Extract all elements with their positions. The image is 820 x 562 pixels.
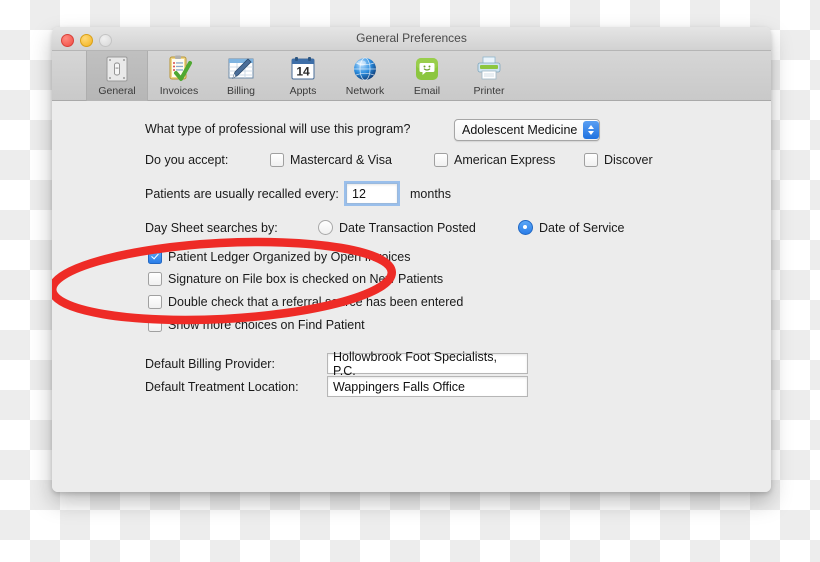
radio-date-transaction-posted-row[interactable]: Date Transaction Posted bbox=[318, 220, 476, 235]
checkbox-label: Mastercard & Visa bbox=[290, 153, 392, 167]
toolbar-item-email[interactable]: Email bbox=[396, 51, 458, 101]
profession-popup-value: Adolescent Medicine bbox=[462, 123, 578, 137]
checkbox-label: American Express bbox=[454, 153, 556, 167]
toolbar-item-label: Network bbox=[345, 85, 385, 97]
window-title: General Preferences bbox=[356, 31, 467, 45]
toolbar-item-general[interactable]: General bbox=[86, 51, 148, 101]
window-titlebar: General Preferences bbox=[52, 27, 771, 51]
recall-months-input[interactable]: 12 bbox=[346, 183, 398, 204]
light-switch-icon bbox=[102, 54, 132, 84]
recall-label: Patients are usually recalled every: bbox=[145, 187, 339, 201]
checkbox-patient-ledger-row[interactable]: Patient Ledger Organized by Open Invoice… bbox=[148, 250, 411, 264]
checkbox-mastercard-visa[interactable] bbox=[270, 153, 284, 167]
default-treatment-location-label-row: Default Treatment Location: bbox=[145, 380, 299, 394]
checkbox-double-check-referral-row[interactable]: Double check that a referral source has … bbox=[148, 295, 463, 309]
recall-unit: months bbox=[410, 187, 451, 201]
radio-label: Date Transaction Posted bbox=[339, 220, 476, 235]
default-billing-provider-label: Default Billing Provider: bbox=[145, 357, 275, 371]
checkbox-signature-on-file-row[interactable]: Signature on File box is checked on New … bbox=[148, 272, 443, 286]
checkbox-show-more-choices-find-patient[interactable] bbox=[148, 318, 162, 332]
accept-option-american-express[interactable]: American Express bbox=[434, 153, 555, 167]
radio-date-transaction-posted[interactable] bbox=[318, 220, 333, 235]
checkbox-label: Patient Ledger Organized by Open Invoice… bbox=[168, 250, 411, 264]
day-sheet-label-row: Day Sheet searches by: bbox=[145, 221, 278, 235]
preferences-toolbar: General Invoices Billing 14 Appts Networ… bbox=[52, 51, 771, 101]
checkbox-double-check-referral-source[interactable] bbox=[148, 295, 162, 309]
accept-option-mastercard-visa[interactable]: Mastercard & Visa bbox=[270, 153, 392, 167]
profession-row: What type of professional will use this … bbox=[145, 122, 410, 136]
recall-unit-label: months bbox=[410, 187, 451, 201]
accept-option-discover[interactable]: Discover bbox=[584, 153, 653, 167]
day-sheet-label: Day Sheet searches by: bbox=[145, 221, 278, 235]
checkbox-discover[interactable] bbox=[584, 153, 598, 167]
message-bubble-icon bbox=[412, 54, 442, 84]
accept-label-row: Do you accept: bbox=[145, 153, 228, 167]
checkbox-label: Signature on File box is checked on New … bbox=[168, 272, 444, 286]
clipboard-checkmark-icon bbox=[164, 54, 194, 84]
default-billing-provider-label-row: Default Billing Provider: bbox=[145, 357, 275, 371]
checkbox-label: Discover bbox=[604, 153, 653, 167]
svg-text:14: 14 bbox=[296, 65, 310, 79]
preferences-content: What type of professional will use this … bbox=[52, 101, 771, 492]
radio-label: Date of Service bbox=[539, 220, 625, 235]
chevron-updown-icon bbox=[583, 121, 600, 139]
toolbar-item-label: Email bbox=[413, 85, 441, 97]
profession-popup[interactable]: Adolescent Medicine bbox=[454, 119, 601, 141]
default-treatment-location-input[interactable]: Wappingers Falls Office bbox=[327, 376, 528, 397]
toolbar-item-label: Billing bbox=[226, 85, 255, 97]
toolbar-item-label: Appts bbox=[289, 85, 317, 97]
checkbox-patient-ledger-open-invoices[interactable] bbox=[148, 250, 162, 264]
default-billing-provider-value: Hollowbrook Foot Specialists, P.C. bbox=[333, 349, 497, 378]
checkbox-show-more-choices-row[interactable]: Show more choices on Find Patient bbox=[148, 318, 365, 332]
toolbar-item-printer[interactable]: Printer bbox=[458, 51, 520, 101]
preferences-window: General Preferences General Invoices Bil… bbox=[52, 27, 771, 492]
globe-icon bbox=[350, 54, 380, 84]
default-billing-provider-input[interactable]: Hollowbrook Foot Specialists, P.C. bbox=[327, 350, 528, 378]
recall-row: Patients are usually recalled every: bbox=[145, 187, 339, 201]
toolbar-item-invoices[interactable]: Invoices bbox=[148, 51, 210, 101]
toolbar-item-label: General bbox=[98, 85, 136, 97]
profession-label: What type of professional will use this … bbox=[145, 122, 411, 136]
checkbox-label: Show more choices on Find Patient bbox=[168, 318, 365, 332]
checkbox-american-express[interactable] bbox=[434, 153, 448, 167]
checkbox-label: Double check that a referral source has … bbox=[168, 295, 464, 309]
radio-date-of-service-row[interactable]: Date of Service bbox=[518, 220, 624, 235]
default-treatment-location-value: Wappingers Falls Office bbox=[333, 379, 465, 394]
printer-icon bbox=[474, 54, 504, 84]
toolbar-item-billing[interactable]: Billing bbox=[210, 51, 272, 101]
toolbar-item-label: Invoices bbox=[159, 85, 199, 97]
checkbox-signature-on-file[interactable] bbox=[148, 272, 162, 286]
default-treatment-location-label: Default Treatment Location: bbox=[145, 380, 299, 394]
spreadsheet-pen-icon bbox=[226, 54, 256, 84]
toolbar-item-network[interactable]: Network bbox=[334, 51, 396, 101]
toolbar-item-appts[interactable]: 14 Appts bbox=[272, 51, 334, 101]
toolbar-item-label: Printer bbox=[473, 85, 505, 97]
calendar-icon: 14 bbox=[288, 54, 318, 84]
accept-label: Do you accept: bbox=[145, 153, 229, 167]
radio-date-of-service[interactable] bbox=[518, 220, 533, 235]
recall-months-value: 12 bbox=[352, 186, 366, 201]
